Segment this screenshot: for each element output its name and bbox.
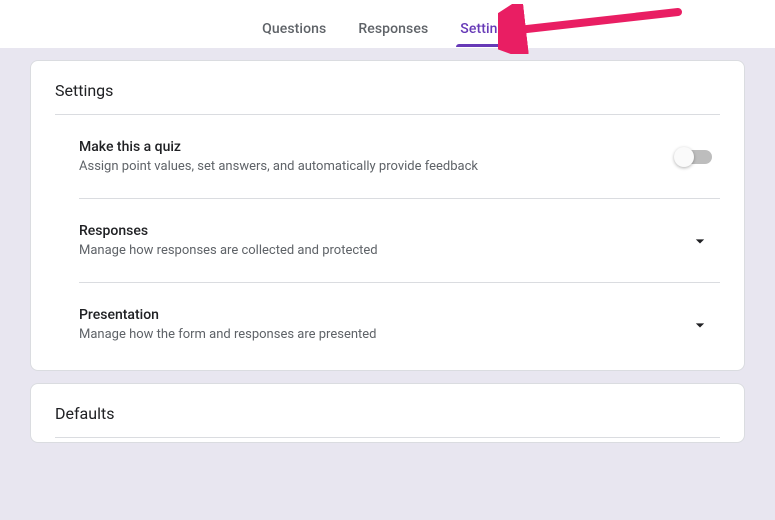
quiz-title: Make this a quiz bbox=[79, 139, 676, 155]
quiz-row: Make this a quiz Assign point values, se… bbox=[55, 115, 720, 198]
presentation-title: Presentation bbox=[79, 307, 688, 323]
tab-settings[interactable]: Settings bbox=[444, 21, 529, 47]
defaults-card-title: Defaults bbox=[55, 404, 720, 437]
settings-card-title: Settings bbox=[55, 81, 720, 114]
presentation-desc: Manage how the form and responses are pr… bbox=[79, 327, 688, 342]
responses-text: Responses Manage how responses are colle… bbox=[79, 223, 688, 258]
divider bbox=[55, 437, 720, 438]
chevron-down-icon[interactable] bbox=[688, 229, 712, 253]
tabs-bar: Questions Responses Settings bbox=[0, 0, 775, 48]
responses-row[interactable]: Responses Manage how responses are colle… bbox=[55, 199, 720, 282]
quiz-toggle[interactable] bbox=[676, 150, 712, 164]
presentation-text: Presentation Manage how the form and res… bbox=[79, 307, 688, 342]
tab-responses[interactable]: Responses bbox=[342, 21, 444, 47]
quiz-text: Make this a quiz Assign point values, se… bbox=[79, 139, 676, 174]
tab-questions[interactable]: Questions bbox=[246, 21, 342, 47]
quiz-desc: Assign point values, set answers, and au… bbox=[79, 159, 676, 174]
presentation-row[interactable]: Presentation Manage how the form and res… bbox=[55, 283, 720, 366]
chevron-down-icon[interactable] bbox=[688, 313, 712, 337]
content-area: Settings Make this a quiz Assign point v… bbox=[0, 48, 775, 520]
defaults-card: Defaults bbox=[30, 383, 745, 443]
toggle-knob bbox=[674, 147, 694, 167]
responses-title: Responses bbox=[79, 223, 688, 239]
settings-card: Settings Make this a quiz Assign point v… bbox=[30, 60, 745, 371]
responses-desc: Manage how responses are collected and p… bbox=[79, 243, 688, 258]
